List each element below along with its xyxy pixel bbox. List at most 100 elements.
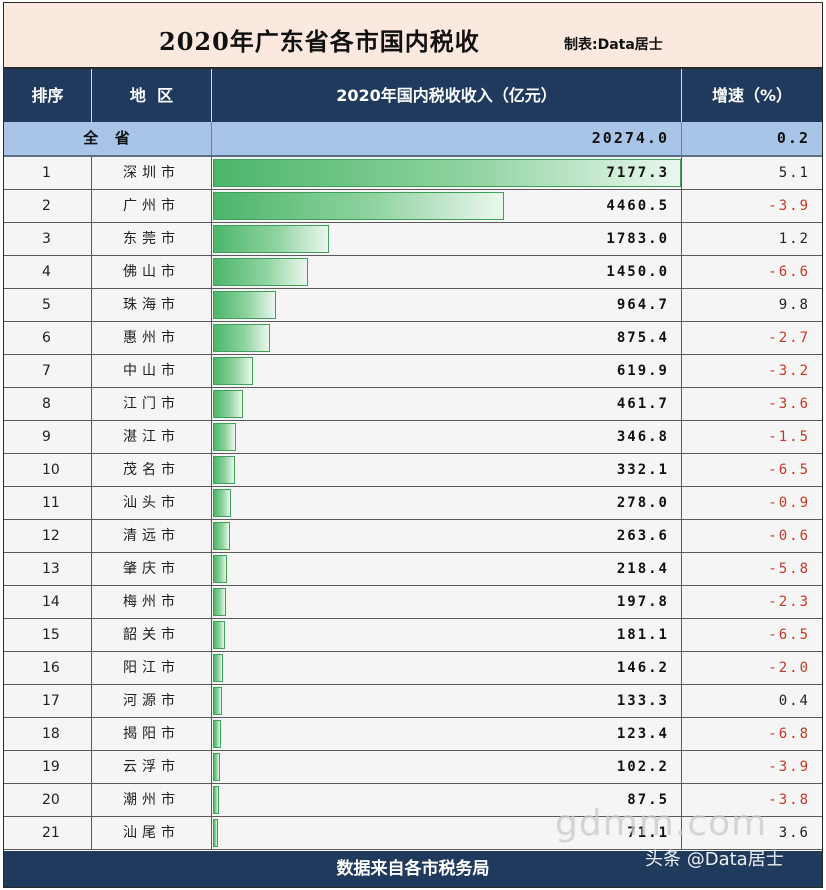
bar-cell: 1450.0 [212,256,682,288]
rank-label: 8 [4,388,92,420]
growth-label: -3.9 [768,759,810,775]
bar-cell: 619.9 [212,355,682,387]
bar [213,192,504,220]
bar [213,258,308,286]
data-label: 346.8 [616,429,669,445]
bar-cell: 346.8 [212,421,682,453]
rank-label: 6 [4,322,92,354]
category-label: 阳江市 [92,652,212,684]
bar [213,456,235,484]
growth-label: 1.2 [778,231,810,247]
rank-label: 11 [4,487,92,519]
rank-label: 19 [4,751,92,783]
table-row: 9 湛江市 346.8 -1.5 [4,421,822,454]
data-label: 218.4 [616,561,669,577]
bar [213,687,222,715]
table-row: 6 惠州市 875.4 -2.7 [4,322,822,355]
table-row: 1 深圳市 7177.3 5.1 [4,157,822,190]
data-label: 146.2 [616,660,669,676]
growth-label: -2.3 [768,594,810,610]
table-row: 11 汕头市 278.0 -0.9 [4,487,822,520]
source-tag: 头条 @Data居士 [645,849,784,870]
rank-label: 3 [4,223,92,255]
bar [213,786,219,814]
rank-label: 2 [4,190,92,222]
rank-label: 7 [4,355,92,387]
table-row: 13 肇庆市 218.4 -5.8 [4,553,822,586]
header-rank: 排序 [4,69,92,122]
bar [213,819,218,847]
data-label: 1783.0 [606,231,669,247]
bar [213,423,236,451]
total-revenue: 20274.0 [212,122,682,155]
data-label: 263.6 [616,528,669,544]
growth-label: -3.2 [768,363,810,379]
category-label: 汕头市 [92,487,212,519]
data-label: 1450.0 [606,264,669,280]
bar [213,555,228,583]
growth-label: 0.4 [778,693,810,709]
bar [213,324,271,352]
category-label: 云浮市 [92,751,212,783]
table-row: 18 揭阳市 123.4 -6.8 [4,718,822,751]
table-row: 5 珠海市 964.7 9.8 [4,289,822,322]
bar-cell: 123.4 [212,718,682,750]
growth-label: -6.6 [768,264,810,280]
rank-label: 9 [4,421,92,453]
bar-cell: 102.2 [212,751,682,783]
bar-cell: 218.4 [212,553,682,585]
category-label: 江门市 [92,388,212,420]
data-label: 102.2 [616,759,669,775]
data-label: 619.9 [616,363,669,379]
bar-cell: 875.4 [212,322,682,354]
growth-label: -5.8 [768,561,810,577]
rank-label: 20 [4,784,92,816]
growth-label: -3.6 [768,396,810,412]
header-row: 排序 地 区 2020年国内税收收入（亿元） 增速（%） [4,69,822,122]
total-growth: 0.2 [776,129,810,147]
rank-label: 14 [4,586,92,618]
bar [213,390,244,418]
growth-label: -2.0 [768,660,810,676]
category-label: 韶关市 [92,619,212,651]
data-label: 133.3 [616,693,669,709]
category-label: 佛山市 [92,256,212,288]
table-row: 14 梅州市 197.8 -2.3 [4,586,822,619]
title-bar: 2020年广东省各市国内税收 制表:Data居士 [4,3,822,69]
bar [213,225,330,253]
rank-label: 21 [4,817,92,849]
growth-label: -2.7 [768,330,810,346]
category-label: 汕尾市 [92,817,212,849]
table-row: 7 中山市 619.9 -3.2 [4,355,822,388]
total-row: 全 省 20274.0 0.2 [4,122,822,157]
bar-cell: 7177.3 [212,157,682,189]
category-label: 揭阳市 [92,718,212,750]
category-label: 惠州市 [92,322,212,354]
rank-label: 12 [4,520,92,552]
bar-cell: 278.0 [212,487,682,519]
bar [213,522,231,550]
category-label: 中山市 [92,355,212,387]
growth-label: -6.5 [768,627,810,643]
bar [213,720,222,748]
bar-cell: 1783.0 [212,223,682,255]
watermark-text: gdmm.com [555,803,768,844]
header-region: 地 区 [92,69,212,122]
table-row: 15 韶关市 181.1 -6.5 [4,619,822,652]
data-label: 7177.3 [606,165,669,181]
category-label: 潮州市 [92,784,212,816]
category-label: 东莞市 [92,223,212,255]
rank-label: 17 [4,685,92,717]
growth-label: -6.8 [768,726,810,742]
table-row: 19 云浮市 102.2 -3.9 [4,751,822,784]
rank-label: 13 [4,553,92,585]
bar [213,654,223,682]
header-growth: 增速（%） [711,86,793,105]
data-label: 875.4 [616,330,669,346]
data-label: 197.8 [616,594,669,610]
category-label: 广州市 [92,190,212,222]
data-label: 278.0 [616,495,669,511]
bar [213,489,232,517]
data-label: 181.1 [616,627,669,643]
rank-label: 16 [4,652,92,684]
